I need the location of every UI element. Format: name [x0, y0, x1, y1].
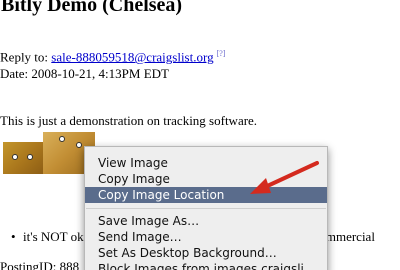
posting-id: PostingID: 888: [0, 259, 80, 270]
context-menu: View Image Copy Image Copy Image Locatio…: [84, 146, 328, 270]
menu-separator: [86, 208, 326, 209]
reply-email-link[interactable]: sale-888059518@craigslist.org: [51, 49, 213, 64]
thumbnail-image-1[interactable]: [3, 142, 43, 174]
thumbnail-eye-icon: [27, 154, 33, 160]
menu-item-copy-image-location[interactable]: Copy Image Location: [85, 187, 327, 203]
reply-help-marker[interactable]: [?]: [217, 49, 226, 58]
menu-item-save-image-as[interactable]: Save Image As…: [85, 213, 327, 229]
thumbnail-eye-icon: [76, 142, 82, 148]
thumbnail-eye-icon: [12, 154, 18, 160]
reply-line: Reply to: sale-888059518@craigslist.org […: [0, 49, 225, 65]
image-thumbnails: [3, 132, 95, 174]
menu-item-block-images[interactable]: Block Images from images.craigsli: [85, 261, 327, 270]
reply-label: Reply to:: [0, 49, 52, 65]
post-date: Date: 2008-10-21, 4:13PM EDT: [0, 66, 169, 81]
menu-item-copy-image[interactable]: Copy Image: [85, 171, 327, 187]
menu-item-set-desktop-background[interactable]: Set As Desktop Background…: [85, 245, 327, 261]
menu-item-send-image[interactable]: Send Image…: [85, 229, 327, 245]
thumbnail-eye-icon: [59, 136, 65, 142]
menu-item-view-image[interactable]: View Image: [85, 155, 327, 171]
page-title: Bitly Demo (Chelsea): [1, 0, 183, 16]
post-body: This is just a demonstration on tracking…: [0, 113, 258, 128]
